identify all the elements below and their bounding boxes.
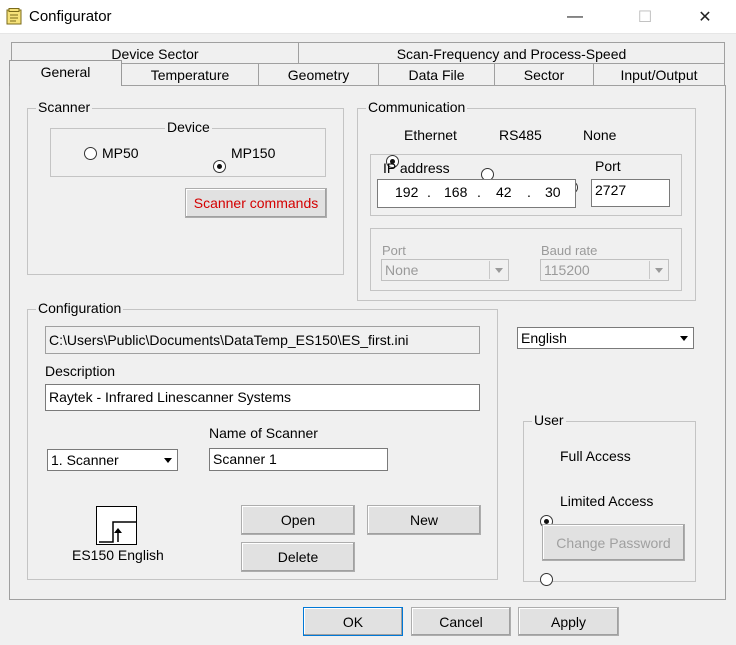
radio-limited-access-label: Limited Access: [560, 493, 654, 509]
port-field[interactable]: 2727: [591, 179, 670, 207]
language-value: English: [521, 330, 567, 346]
chevron-down-icon: [649, 261, 667, 279]
scanner-select[interactable]: 1. Scanner: [47, 449, 178, 471]
tab-temperature[interactable]: Temperature: [121, 63, 259, 85]
user-group-label: User: [532, 412, 566, 428]
chevron-down-icon: [159, 451, 176, 469]
tab-input-output[interactable]: Input/Output: [593, 63, 725, 85]
minimize-button[interactable]: —: [552, 0, 598, 34]
apply-button[interactable]: Apply: [518, 607, 619, 636]
close-icon: ✕: [698, 9, 712, 26]
radio-ethernet-label: Ethernet: [404, 127, 457, 143]
maximize-icon: ☐: [637, 9, 653, 26]
ip-dot: .: [427, 184, 431, 200]
chevron-down-icon: [675, 329, 692, 347]
maximize-button[interactable]: ☐: [622, 0, 668, 34]
scanner-select-value: 1. Scanner: [51, 452, 119, 468]
baud-rate-label: Baud rate: [541, 243, 598, 258]
configuration-group-label: Configuration: [36, 300, 124, 316]
radio-rs485-label: RS485: [499, 127, 542, 143]
new-button[interactable]: New: [367, 505, 481, 535]
ip-octet-2: 168: [444, 184, 468, 200]
baud-rate-value: 115200: [544, 262, 590, 278]
tab-general[interactable]: General: [9, 60, 122, 86]
app-icon: [6, 8, 24, 26]
tab-data-file[interactable]: Data File: [378, 63, 495, 85]
serial-port-value: None: [385, 262, 419, 278]
scanner-name-field[interactable]: Scanner 1: [209, 448, 388, 471]
ip-dot: .: [527, 184, 531, 200]
ip-octet-3: 42: [496, 184, 512, 200]
scanner-name-label: Name of Scanner: [209, 425, 318, 441]
device-group-label: Device: [165, 119, 212, 135]
config-path-field: C:\Users\Public\Documents\DataTemp_ES150…: [45, 326, 480, 354]
radio-mp50-label: MP50: [102, 145, 139, 161]
tab-geometry[interactable]: Geometry: [258, 63, 379, 85]
scanner-device-icon: [96, 506, 137, 545]
serial-port-label: Port: [382, 243, 406, 258]
port-label: Port: [595, 158, 621, 174]
device-caption: ES150 English: [72, 547, 164, 563]
description-label: Description: [45, 363, 116, 379]
radio-limited-access[interactable]: [540, 573, 553, 586]
language-select[interactable]: English: [517, 327, 694, 349]
ip-octet-4: 30: [545, 184, 561, 200]
tab-sector[interactable]: Sector: [494, 63, 594, 85]
window-title: Configurator: [29, 8, 112, 25]
baud-rate-select[interactable]: 115200: [540, 259, 669, 281]
tab-scan-frequency[interactable]: Scan-Frequency and Process-Speed: [298, 42, 725, 64]
ip-dot: .: [477, 184, 481, 200]
close-button[interactable]: ✕: [682, 0, 728, 34]
change-password-button[interactable]: Change Password: [542, 524, 685, 561]
serial-port-select[interactable]: None: [381, 259, 509, 281]
scanner-commands-button[interactable]: Scanner commands: [185, 188, 327, 218]
radio-mp150-label: MP150: [231, 145, 276, 161]
description-field[interactable]: Raytek - Infrared Linescanner Systems: [45, 384, 480, 411]
radio-none-label: None: [583, 127, 617, 143]
radio-mp50[interactable]: [84, 147, 97, 160]
radio-full-access-label: Full Access: [560, 448, 631, 464]
cancel-button[interactable]: Cancel: [411, 607, 511, 636]
delete-button[interactable]: Delete: [241, 542, 355, 572]
ip-octet-1: 192: [395, 184, 419, 200]
communication-group-label: Communication: [366, 99, 468, 115]
ok-button[interactable]: OK: [303, 607, 403, 636]
chevron-down-icon: [489, 261, 507, 279]
scanner-group-label: Scanner: [36, 99, 93, 115]
radio-mp150[interactable]: [213, 160, 226, 173]
open-button[interactable]: Open: [241, 505, 355, 535]
ip-address-label: IP address: [383, 160, 450, 176]
